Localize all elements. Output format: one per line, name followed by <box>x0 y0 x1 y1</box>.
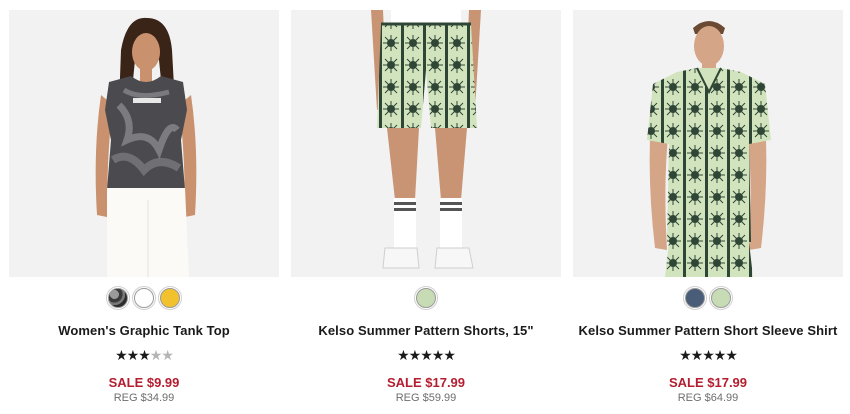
color-swatches <box>291 286 561 312</box>
swatch-navy[interactable] <box>683 286 707 310</box>
product-card[interactable]: Kelso Summer Pattern Shorts, 15" ★★★★★ S… <box>291 10 561 410</box>
color-swatches <box>9 286 279 312</box>
product-name[interactable]: Kelso Summer Pattern Shorts, 15" <box>291 323 561 338</box>
color-swatches <box>573 286 843 312</box>
swatch-yellow[interactable] <box>158 286 182 310</box>
product-card[interactable]: Women's Graphic Tank Top ★★★★★ SALE $9.9… <box>9 10 279 410</box>
product-name[interactable]: Kelso Summer Pattern Short Sleeve Shirt <box>573 323 843 338</box>
star-icon: ★ <box>690 347 704 363</box>
star-icon: ★ <box>397 347 410 363</box>
star-icon: ★ <box>713 347 727 363</box>
swatch-light-green[interactable] <box>709 286 733 310</box>
star-icon: ★ <box>126 347 140 363</box>
star-rating: ★★★★★ <box>573 347 843 363</box>
swatch-tie-dye-black[interactable] <box>106 286 130 310</box>
sale-price: SALE $17.99 <box>668 375 748 390</box>
star-icon: ★ <box>420 347 433 363</box>
regular-price: REG $64.99 <box>677 392 739 404</box>
product-image[interactable] <box>291 10 561 277</box>
product-grid: Women's Graphic Tank Top ★★★★★ SALE $9.9… <box>0 0 850 414</box>
star-icon: ★ <box>431 347 445 363</box>
star-icon: ★ <box>138 347 151 363</box>
sale-price: SALE $17.99 <box>386 375 466 390</box>
star-icon: ★ <box>443 347 456 363</box>
star-icon: ★ <box>408 347 422 363</box>
star-icon: ★ <box>702 347 715 363</box>
swatch-light-green[interactable] <box>414 286 438 310</box>
star-icon: ★ <box>679 347 692 363</box>
swatch-white[interactable] <box>132 286 156 310</box>
star-empty-icon: ★ <box>149 347 163 363</box>
product-name[interactable]: Women's Graphic Tank Top <box>9 323 279 338</box>
star-rating: ★★★★★ <box>9 347 279 363</box>
product-image[interactable] <box>9 10 279 277</box>
sale-price: SALE $9.99 <box>108 375 180 390</box>
product-image[interactable] <box>573 10 843 277</box>
star-rating: ★★★★★ <box>291 347 561 363</box>
star-icon: ★ <box>115 347 128 363</box>
regular-price: REG $59.99 <box>395 392 457 404</box>
star-empty-icon: ★ <box>161 347 174 363</box>
regular-price: REG $34.99 <box>113 392 175 404</box>
star-icon: ★ <box>725 347 738 363</box>
product-card[interactable]: Kelso Summer Pattern Short Sleeve Shirt … <box>573 10 843 410</box>
